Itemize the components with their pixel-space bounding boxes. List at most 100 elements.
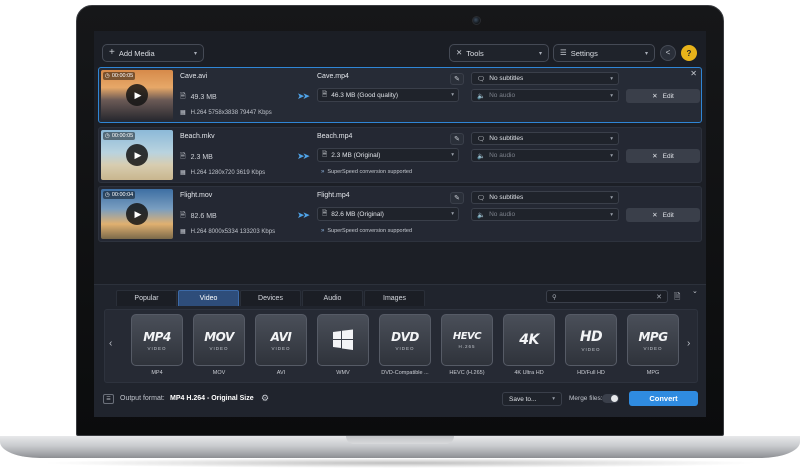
video-thumbnail[interactable]: ◷ 00:00:05 ▶ [101, 130, 173, 180]
rename-pen-icon[interactable]: ✎ [450, 73, 464, 85]
superspeed-icon: » [321, 228, 325, 234]
edit-button[interactable]: ✕ Edit [626, 208, 700, 222]
output-file-name[interactable]: Beach.mp4 [317, 133, 352, 140]
source-file-spec: ▦ H.264 8000x5334 133203 Kbps [180, 228, 276, 236]
play-icon[interactable]: ▶ [126, 84, 148, 106]
tools-icon: ✕ [652, 153, 658, 160]
source-file-name: Flight.mov [180, 192, 213, 199]
video-thumbnail[interactable]: ◷ 00:00:05 ▶ [101, 70, 173, 120]
format-search-input[interactable]: ⚲ ✕ [546, 290, 668, 303]
output-size-select[interactable]: 🗎 82.6 MB (Original) ▾ [317, 207, 459, 221]
4k-format-icon: 4K [503, 314, 555, 366]
file-icon: 🗎 [322, 90, 328, 98]
play-icon[interactable]: ▶ [126, 144, 148, 166]
gear-icon[interactable]: ⚙ [261, 393, 269, 404]
output-size-select[interactable]: 🗎 2.3 MB (Original) ▾ [317, 148, 459, 162]
source-file-size: 🗎 2.3 MB [180, 153, 213, 161]
format-hevc[interactable]: HEVC H.265 HEVC (H.265) [439, 314, 495, 380]
edit-button[interactable]: ✕ Edit [626, 89, 700, 103]
format-mpg[interactable]: MPG VIDEO MPG [625, 314, 681, 380]
remove-file-icon[interactable]: ✕ [690, 69, 697, 78]
mp4-format-icon: MP4 VIDEO [131, 314, 183, 366]
format-info-icon[interactable]: 🗎 [674, 291, 680, 305]
format-mov[interactable]: MOV VIDEO MOV [191, 314, 247, 380]
help-button[interactable]: ? [681, 45, 697, 61]
source-file-size: 🗎 49.3 MB [180, 93, 217, 101]
top-toolbar: + Add Media ▾ ✕ Tools ▾ ☰ Settings ▾ < ? [94, 31, 706, 67]
speaker-icon: 🔈 [477, 92, 486, 100]
windows-logo-svg [333, 329, 353, 350]
save-to-button[interactable]: Save to... ▾ [502, 392, 562, 406]
tools-button[interactable]: ✕ Tools ▾ [449, 44, 549, 62]
source-file-size: 🗎 82.6 MB [180, 212, 217, 220]
edit-button[interactable]: ✕ Edit [626, 149, 700, 163]
subtitles-select[interactable]: 🗨 No subtitles ▾ [471, 72, 619, 85]
speaker-icon: 🔈 [477, 152, 486, 160]
settings-button[interactable]: ☰ Settings ▾ [553, 44, 655, 62]
tools-icon: ✕ [652, 93, 658, 100]
output-file-name[interactable]: Flight.mp4 [317, 192, 350, 199]
file-row-cave[interactable]: ◷ 00:00:05 ▶ Cave.avi 🗎 49.3 MB ▦ H.264 … [98, 67, 702, 123]
file-icon: 🗎 [180, 93, 186, 100]
speech-bubble-icon: 🗨 [477, 194, 486, 202]
file-row-flight[interactable]: ◷ 00:00:04 ▶ Flight.mov 🗎 82.6 MB ▦ H.26… [98, 186, 702, 242]
chevron-right-icon[interactable]: › [687, 338, 690, 349]
format-wmv[interactable]: WMV [315, 314, 371, 380]
format-gallery: ‹ MP4 VIDEO MP4 MOV VIDEO MOV AVI VIDEO [104, 309, 698, 383]
collapse-panel-icon[interactable]: ⌄ [692, 287, 698, 295]
chevron-down-icon: ▾ [538, 50, 542, 57]
audio-select[interactable]: 🔈 No audio ▾ [471, 149, 619, 162]
clock-icon: ◷ [105, 192, 110, 198]
file-row-beach[interactable]: ◷ 00:00:05 ▶ Beach.mkv 🗎 2.3 MB ▦ H.264 … [98, 127, 702, 183]
add-media-label: Add Media [118, 48, 155, 58]
chevron-left-icon[interactable]: ‹ [109, 338, 112, 349]
duration-badge: ◷ 00:00:05 [103, 132, 136, 140]
merge-files-toggle[interactable] [602, 394, 619, 403]
output-size-select[interactable]: 🗎 46.3 MB (Good quality) ▾ [317, 88, 459, 102]
tools-icon: ✕ [456, 48, 463, 58]
format-dvd[interactable]: DVD VIDEO DVD-Compatible ... [377, 314, 433, 380]
chevron-down-icon: ▾ [610, 194, 613, 201]
chevron-down-icon: ▾ [451, 92, 454, 98]
video-thumbnail[interactable]: ◷ 00:00:04 ▶ [101, 189, 173, 239]
laptop-shadow [40, 458, 760, 468]
tab-video[interactable]: Video [178, 290, 239, 306]
share-icon: < [665, 48, 671, 57]
rename-pen-icon[interactable]: ✎ [450, 133, 464, 145]
subtitles-select[interactable]: 🗨 No subtitles ▾ [471, 132, 619, 145]
share-button[interactable]: < [660, 45, 676, 61]
clock-icon: ◷ [105, 133, 110, 139]
settings-sliders-icon: ☰ [560, 48, 567, 58]
add-media-button[interactable]: + Add Media ▾ [102, 44, 204, 62]
format-hd[interactable]: HD VIDEO HD/Full HD [563, 314, 619, 380]
subtitles-select[interactable]: 🗨 No subtitles ▾ [471, 191, 619, 204]
convert-arrow-icon: ➤➤ [297, 91, 310, 101]
tab-devices[interactable]: Devices [240, 290, 301, 306]
audio-select[interactable]: 🔈 No audio ▾ [471, 89, 619, 102]
output-format-value: MP4 H.264 - Original Size [170, 395, 254, 402]
tab-popular[interactable]: Popular [116, 290, 177, 306]
rename-pen-icon[interactable]: ✎ [450, 192, 464, 204]
output-format-icon: ☰ [103, 394, 114, 404]
play-icon[interactable]: ▶ [126, 203, 148, 225]
file-icon: 🗎 [180, 212, 186, 219]
tab-images[interactable]: Images [364, 290, 425, 306]
film-icon: ▦ [180, 110, 186, 116]
audio-select[interactable]: 🔈 No audio ▾ [471, 208, 619, 221]
duration-badge: ◷ 00:00:04 [103, 191, 136, 199]
laptop-notch [346, 436, 454, 444]
convert-arrow-icon: ➤➤ [297, 210, 310, 220]
chevron-down-icon: ▾ [644, 50, 648, 57]
source-file-spec: ▦ H.264 5758x3838 79447 Kbps [180, 109, 272, 117]
tab-audio[interactable]: Audio [302, 290, 363, 306]
convert-button[interactable]: Convert [629, 391, 698, 406]
chevron-down-icon: ▾ [610, 211, 613, 218]
source-file-name: Beach.mkv [180, 133, 215, 140]
output-file-name[interactable]: Cave.mp4 [317, 73, 349, 80]
format-mp4[interactable]: MP4 VIDEO MP4 [129, 314, 185, 380]
clear-icon[interactable]: ✕ [656, 293, 662, 301]
format-4k[interactable]: 4K 4K Ultra HD [501, 314, 557, 380]
film-icon: ▦ [180, 170, 186, 176]
chevron-down-icon: ▾ [610, 152, 613, 159]
format-avi[interactable]: AVI VIDEO AVI [253, 314, 309, 380]
